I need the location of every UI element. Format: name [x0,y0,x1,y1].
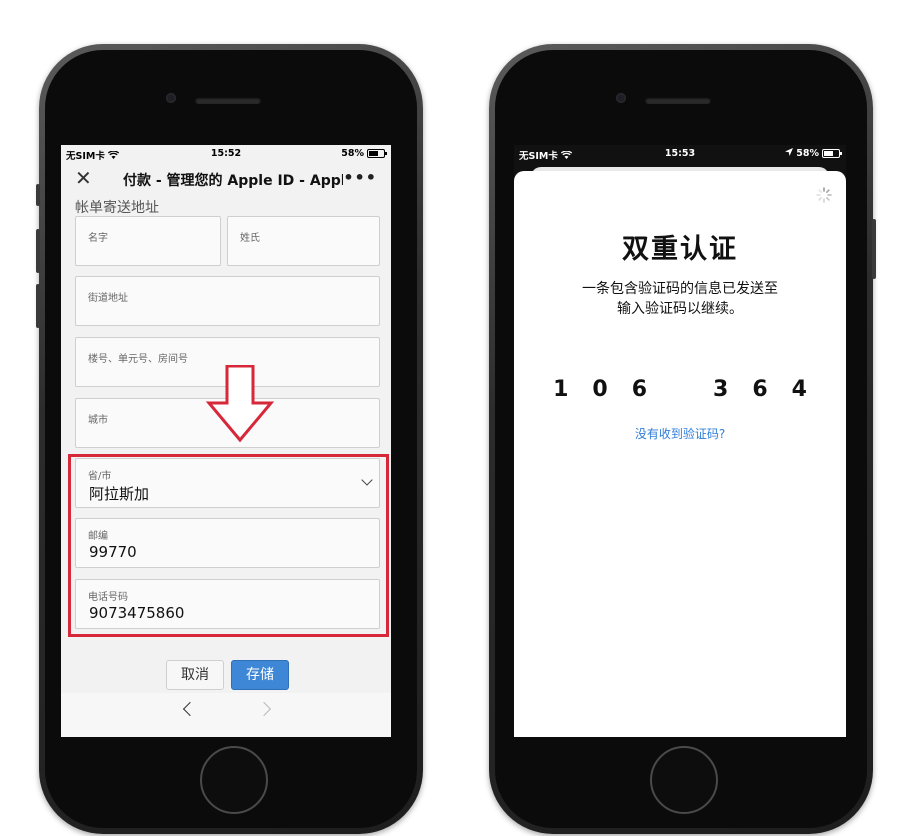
two-factor-message: 一条包含验证码的信息已发送至 输入验证码以继续。 [534,279,826,319]
code-digit: 6 [752,377,768,402]
earpiece-speaker [195,97,261,104]
front-camera [166,93,176,103]
home-button [200,746,268,814]
right-screen: 无SIM卡 15:53 58% 双重认证 一条包含验证码的信息已发送至 输入验证… [514,145,846,737]
earpiece-speaker [645,97,711,104]
down-arrow-annotation [205,365,275,443]
page-title: 付款 - 管理您的 Apple ID - Apple [123,173,343,189]
first-name-field[interactable]: 名字 [75,216,221,266]
resend-code-link[interactable]: 没有收到验证码? [514,425,846,442]
first-name-label: 名字 [88,233,108,244]
status-bar: 无SIM卡 15:52 58% [61,145,391,163]
street-address-label: 街道地址 [88,293,128,304]
close-icon[interactable]: ✕ [75,167,92,189]
battery-icon [822,149,842,158]
location-icon [785,148,794,159]
status-bar: 无SIM卡 15:53 58% [514,145,846,163]
right-phone-frame: 无SIM卡 15:53 58% 双重认证 一条包含验证码的信息已发送至 输入验证… [489,44,876,834]
message-line-1: 一条包含验证码的信息已发送至 [582,281,778,297]
front-camera [616,93,626,103]
battery-icon [367,149,387,158]
home-button [650,746,718,814]
code-digit: 4 [791,377,807,402]
browser-nav-bar: ✕ 付款 - 管理您的 Apple ID - Apple ••• [61,163,391,193]
forward-arrow-icon[interactable] [256,701,272,717]
save-button[interactable]: 存储 [231,660,289,690]
volume-down-button [36,284,40,328]
code-digit: 3 [713,377,729,402]
power-button [872,219,876,279]
message-line-2: 输入验证码以继续。 [617,301,743,317]
verification-code[interactable]: 1 0 6 3 6 4 [514,377,846,402]
code-digit: 1 [553,377,569,402]
highlight-box [68,454,389,637]
back-arrow-icon[interactable] [182,701,198,717]
battery-indicator: 58% [785,148,842,159]
more-options-icon[interactable]: ••• [343,168,377,187]
battery-percent: 58% [341,148,364,159]
battery-percent: 58% [796,148,819,159]
city-label: 城市 [88,415,108,426]
loading-spinner-icon [816,187,832,203]
phone-bezel: 无SIM卡 15:53 58% 双重认证 一条包含验证码的信息已发送至 输入验证… [495,50,867,828]
browser-toolbar [61,693,391,737]
code-digit: 0 [592,377,608,402]
battery-indicator: 58% [341,148,387,159]
mute-switch [36,184,40,206]
billing-address-heading: 帐单寄送地址 [75,200,159,216]
code-separator [671,377,689,402]
code-digit: 6 [631,377,647,402]
street-address-field[interactable]: 街道地址 [75,276,380,326]
last-name-field[interactable]: 姓氏 [227,216,380,266]
volume-up-button [36,229,40,273]
two-factor-title: 双重认证 [622,234,738,265]
unit-label: 楼号、单元号、房间号 [88,354,188,365]
two-factor-sheet: 双重认证 一条包含验证码的信息已发送至 输入验证码以继续。 1 0 6 3 6 … [514,171,846,737]
cancel-button[interactable]: 取消 [166,660,224,690]
last-name-label: 姓氏 [240,233,260,244]
